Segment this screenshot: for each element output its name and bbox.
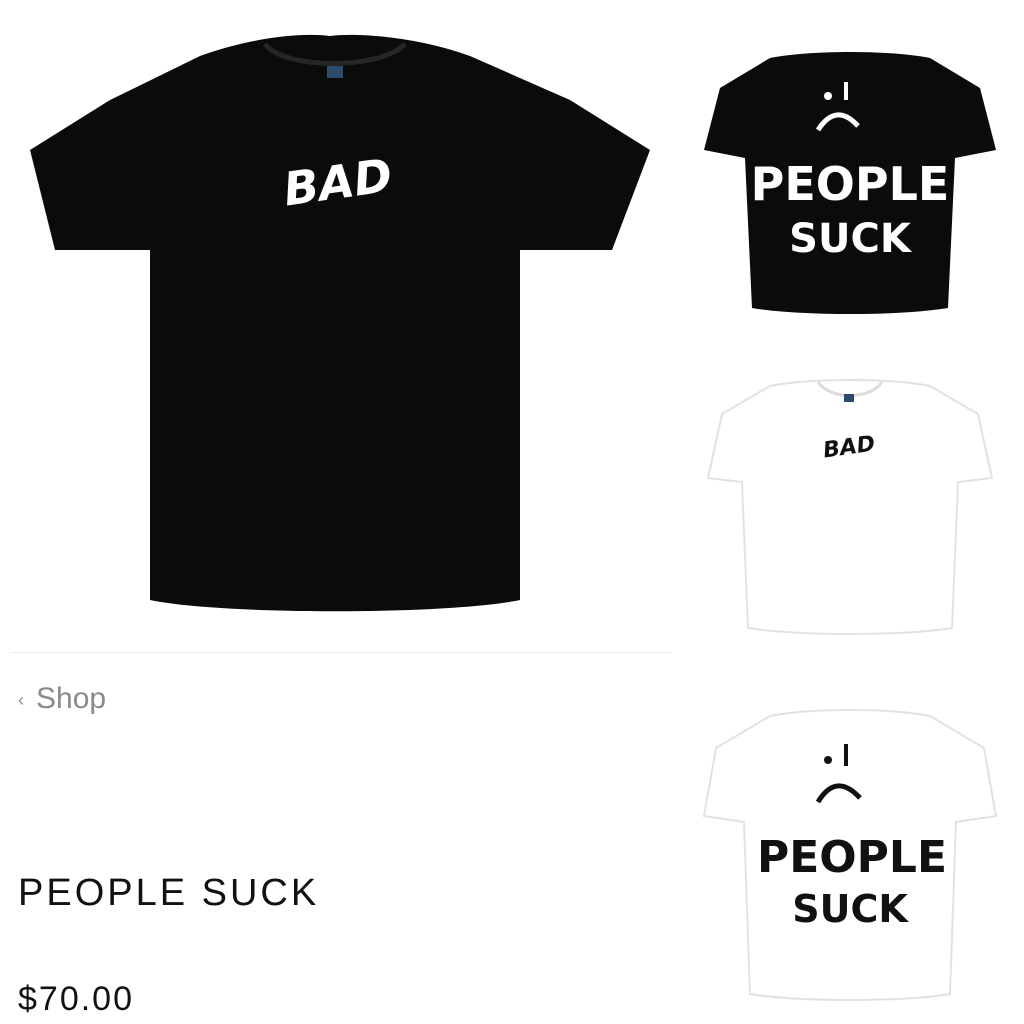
section-divider [10,652,672,653]
back-link-label: Shop [36,682,107,715]
product-title: PEOPLE SUCK [18,872,320,914]
thumbnail-black-back[interactable]: PEOPLE SUCK [700,40,1000,330]
back-to-shop-link[interactable]: ‹ Shop [18,682,106,716]
thumbnail-white-front[interactable]: BAD [700,370,1000,640]
tshirt-front-black-image: BAD [30,34,650,612]
shirt-print-line-2: SUCK [789,216,913,262]
shirt-print-line-1: PEOPLE [751,157,950,211]
product-price: $70.00 [18,980,134,1018]
thumbnail-white-back[interactable]: PEOPLE SUCK [700,700,1000,1010]
main-product-image: BAD [0,0,670,650]
shirt-print-line-1: PEOPLE [757,832,947,883]
shirt-print-line-2: SUCK [792,887,909,931]
chevron-left-icon: ‹ [18,690,24,710]
